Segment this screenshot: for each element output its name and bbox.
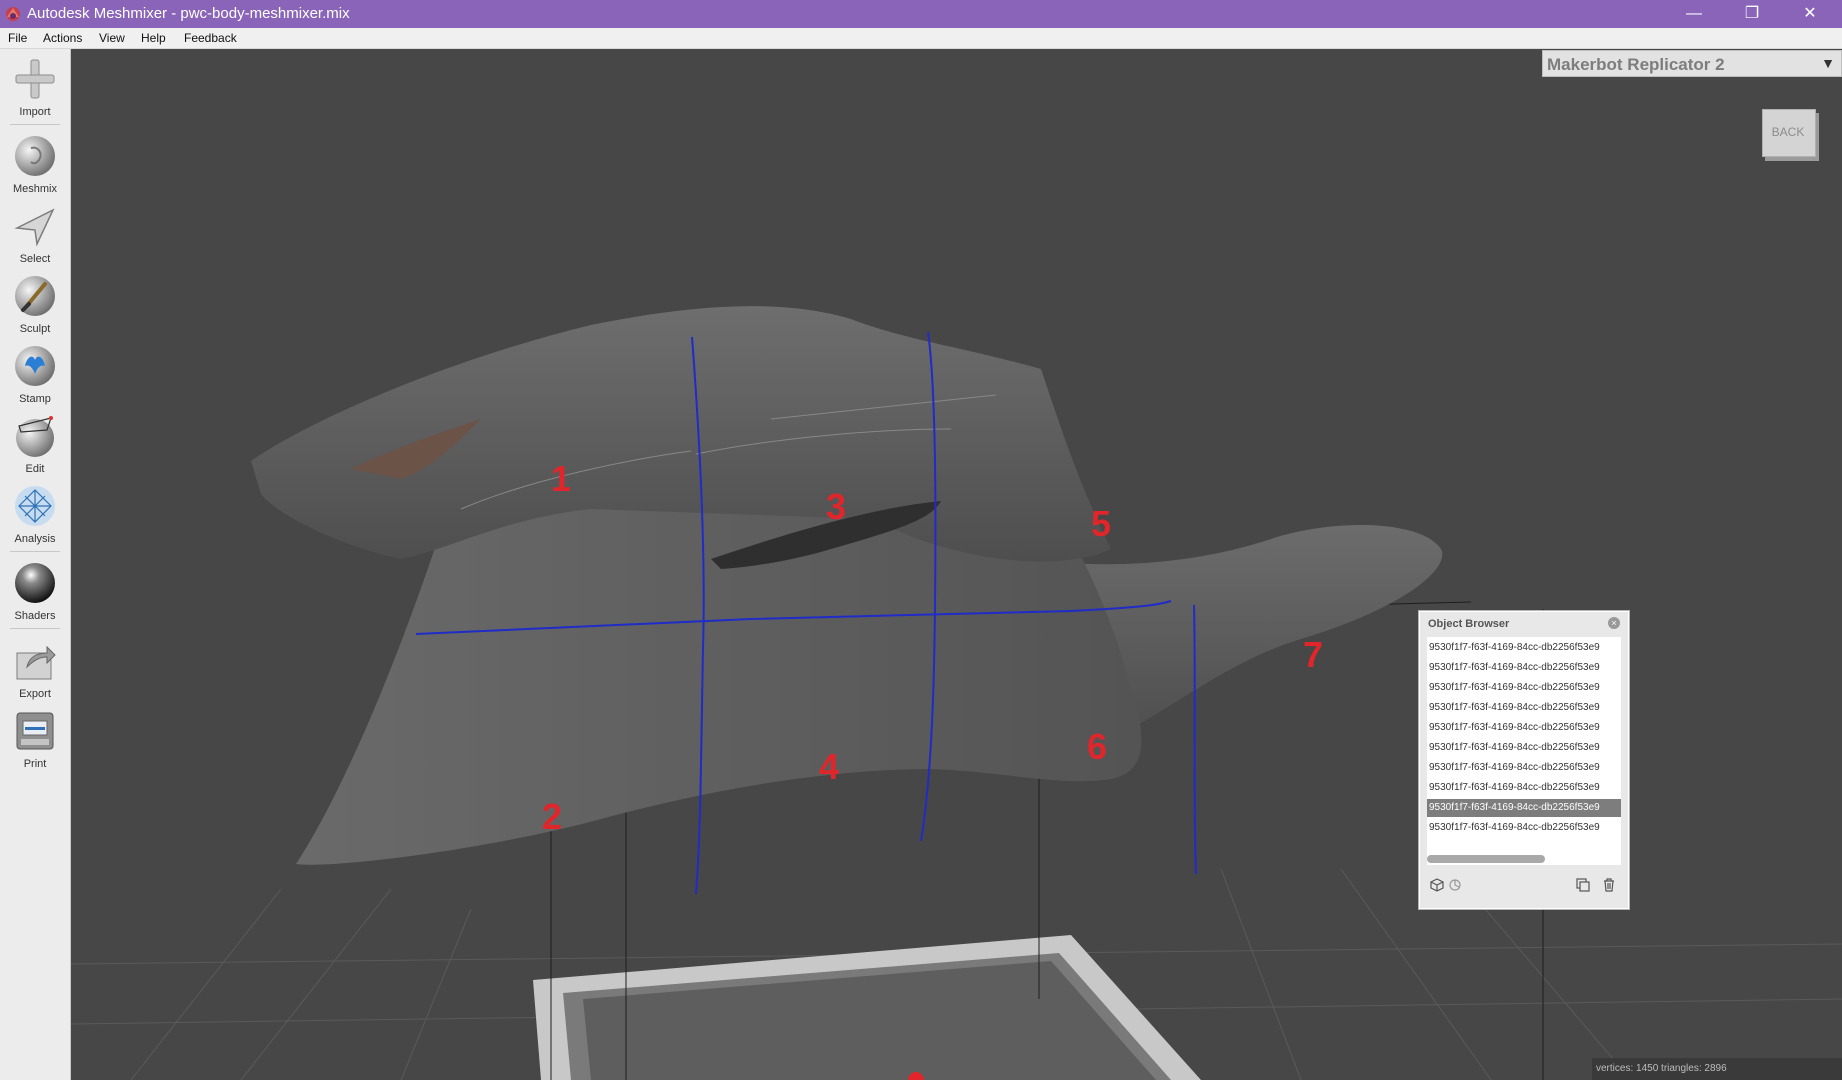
export-tool-button[interactable]: Export bbox=[0, 639, 70, 705]
mesh-stats-bar: vertices: 1450 triangles: 2896 bbox=[1592, 1058, 1842, 1080]
print-tool-button[interactable]: Print bbox=[0, 709, 70, 775]
edit-tool-button[interactable]: Edit bbox=[0, 414, 70, 480]
edit-sphere-icon bbox=[16, 416, 54, 457]
export-icon bbox=[16, 645, 56, 680]
list-item-selected[interactable]: 9530f1f7-f63f-4169-84cc-db2256f53e9 bbox=[1427, 799, 1621, 817]
printer-selected-value: Makerbot Replicator 2 bbox=[1547, 55, 1725, 74]
tool-label: Shaders bbox=[14, 610, 56, 622]
tool-label: Print bbox=[23, 758, 47, 770]
3d-viewport[interactable]: 1 2 3 4 5 6 7 bbox=[71, 49, 1842, 1080]
tool-label: Analysis bbox=[14, 533, 56, 545]
shaders-tool-button[interactable]: Shaders bbox=[0, 561, 70, 627]
object-browser-title: Object Browser bbox=[1428, 618, 1510, 630]
menu-help[interactable]: Help bbox=[141, 31, 166, 45]
list-item[interactable]: 9530f1f7-f63f-4169-84cc-db2256f53e9 bbox=[1427, 759, 1621, 777]
list-item[interactable]: 9530f1f7-f63f-4169-84cc-db2256f53e9 bbox=[1427, 739, 1621, 757]
list-item[interactable]: 9530f1f7-f63f-4169-84cc-db2256f53e9 bbox=[1427, 659, 1621, 677]
maximize-button[interactable]: ❐ bbox=[1723, 0, 1781, 28]
region-label-7: 7 bbox=[1303, 634, 1323, 675]
mesh-stats-text: vertices: 1450 triangles: 2896 bbox=[1596, 1063, 1727, 1074]
menu-view[interactable]: View bbox=[99, 31, 125, 45]
close-icon[interactable]: × bbox=[1608, 617, 1620, 629]
region-label-2: 2 bbox=[542, 796, 562, 837]
tool-divider bbox=[10, 628, 60, 629]
select-arrow-icon bbox=[14, 208, 55, 247]
cube-icon[interactable] bbox=[1429, 877, 1445, 893]
scene-canvas[interactable]: 1 2 3 4 5 6 7 bbox=[71, 49, 1842, 1080]
region-label-3: 3 bbox=[826, 486, 846, 527]
menu-actions[interactable]: Actions bbox=[43, 31, 82, 45]
meshmixer-window: Autodesk Meshmixer - pwc-body-meshmixer.… bbox=[0, 0, 1842, 1080]
print-icon bbox=[16, 712, 54, 750]
select-tool-button[interactable]: Select bbox=[0, 204, 70, 270]
list-item[interactable]: 9530f1f7-f63f-4169-84cc-db2256f53e9 bbox=[1427, 819, 1621, 837]
menu-bar: File Actions View Help Feedback bbox=[0, 28, 1842, 49]
tool-label: Meshmix bbox=[12, 183, 57, 195]
stamp-tool-button[interactable]: Stamp bbox=[0, 344, 70, 410]
list-item[interactable]: 9530f1f7-f63f-4169-84cc-db2256f53e9 bbox=[1427, 639, 1621, 657]
visibility-icon[interactable] bbox=[1447, 877, 1463, 893]
stamp-icon bbox=[15, 346, 55, 386]
shaders-sphere-icon bbox=[15, 563, 55, 603]
close-button[interactable]: ✕ bbox=[1781, 0, 1839, 28]
sculpt-brush-icon bbox=[15, 276, 55, 316]
tool-label: Sculpt bbox=[19, 323, 51, 335]
plus-icon bbox=[15, 59, 55, 99]
minimize-button[interactable]: — bbox=[1665, 0, 1723, 28]
meshmix-tool-button[interactable]: Meshmix bbox=[0, 134, 70, 200]
list-item[interactable]: 9530f1f7-f63f-4169-84cc-db2256f53e9 bbox=[1427, 679, 1621, 697]
tool-label: Stamp bbox=[19, 393, 51, 405]
list-item[interactable]: 9530f1f7-f63f-4169-84cc-db2256f53e9 bbox=[1427, 779, 1621, 797]
region-label-5: 5 bbox=[1091, 503, 1111, 544]
title-bar: Autodesk Meshmixer - pwc-body-meshmixer.… bbox=[0, 0, 1842, 28]
view-cube-label: BACK bbox=[1771, 125, 1805, 139]
menu-feedback[interactable]: Feedback bbox=[184, 31, 237, 45]
list-item[interactable]: 9530f1f7-f63f-4169-84cc-db2256f53e9 bbox=[1427, 719, 1621, 737]
tool-label: Export bbox=[19, 688, 51, 700]
object-browser-footer bbox=[1427, 873, 1621, 901]
tool-label: Import bbox=[19, 106, 51, 118]
meshmixer-logo-icon bbox=[6, 7, 20, 21]
sculpt-tool-button[interactable]: Sculpt bbox=[0, 274, 70, 340]
tool-palette: Import Meshmix Select Sculpt Stamp Edit … bbox=[0, 49, 71, 1080]
build-plate bbox=[533, 935, 1201, 1080]
list-item[interactable]: 9530f1f7-f63f-4169-84cc-db2256f53e9 bbox=[1427, 699, 1621, 717]
object-browser-panel[interactable]: Object Browser × 9530f1f7-f63f-4169-84cc… bbox=[1418, 610, 1630, 910]
import-tool-button[interactable]: Import bbox=[0, 57, 70, 123]
printer-dropdown[interactable]: Makerbot Replicator 2 ▼ bbox=[1542, 50, 1842, 77]
window-title: Autodesk Meshmixer - pwc-body-meshmixer.… bbox=[27, 5, 350, 22]
region-label-1: 1 bbox=[551, 458, 571, 499]
analysis-icon bbox=[15, 486, 55, 526]
view-cube[interactable]: BACK bbox=[1760, 107, 1820, 165]
tool-divider bbox=[10, 551, 60, 552]
tool-label: Select bbox=[19, 253, 51, 265]
chevron-down-icon: ▼ bbox=[1821, 55, 1835, 71]
tool-divider bbox=[10, 124, 60, 125]
region-label-4: 4 bbox=[819, 746, 839, 787]
meshmix-icon bbox=[15, 136, 55, 176]
duplicate-icon[interactable] bbox=[1575, 877, 1591, 893]
menu-file[interactable]: File bbox=[8, 31, 27, 45]
object-list[interactable]: 9530f1f7-f63f-4169-84cc-db2256f53e9 9530… bbox=[1427, 637, 1621, 865]
tool-label: Edit bbox=[25, 463, 45, 475]
horizontal-scrollbar[interactable] bbox=[1427, 855, 1545, 863]
trash-icon[interactable] bbox=[1601, 877, 1617, 893]
analysis-tool-button[interactable]: Analysis bbox=[0, 484, 70, 550]
region-label-6: 6 bbox=[1087, 726, 1107, 767]
